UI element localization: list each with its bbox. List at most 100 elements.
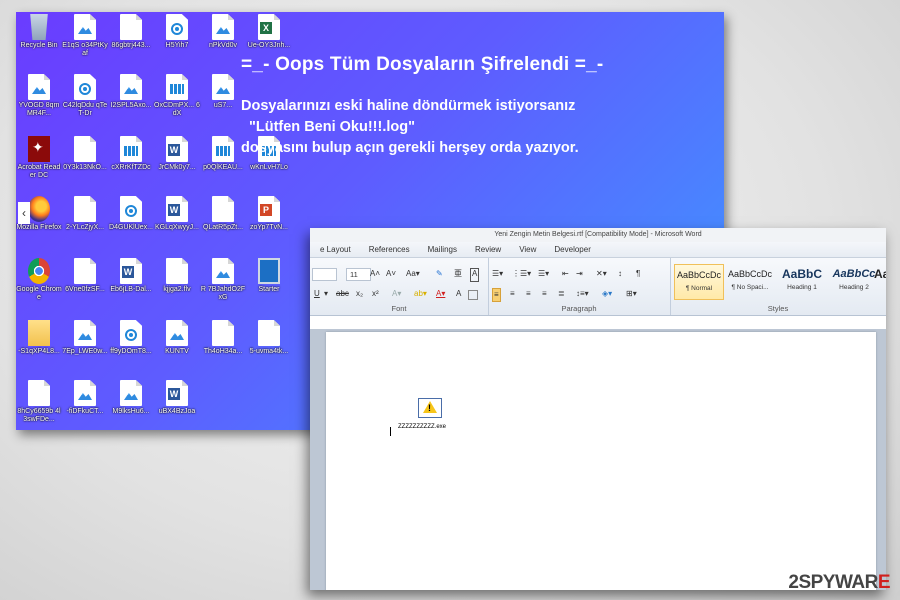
- desktop-icon[interactable]: p0QlKEAU...: [200, 136, 246, 198]
- char-shading-icon[interactable]: A: [456, 288, 461, 300]
- desktop-icon[interactable]: JrCMk0y7...: [154, 136, 200, 198]
- phonetic-icon[interactable]: 亜: [454, 268, 462, 280]
- desktop-icon[interactable]: kjjga2.flv: [154, 258, 200, 320]
- desktop-icon[interactable]: 86gbtrj443...: [108, 14, 154, 76]
- desktop-icon-label: Acrobat Reader DC: [17, 164, 61, 179]
- desktop-icon[interactable]: QLatR5pZt...: [200, 196, 246, 258]
- desktop-icon-label: Google Chrome: [16, 286, 62, 301]
- desktop-icon[interactable]: zoYp7TvN...: [246, 196, 292, 258]
- clear-format-icon[interactable]: ✎: [436, 268, 443, 280]
- grow-font-icon[interactable]: A˄: [370, 268, 380, 280]
- desktop-icon-label: kjjga2.flv: [163, 286, 191, 293]
- desktop-icon-label: JrCMk0y7...: [158, 164, 196, 171]
- desktop-icon[interactable]: KUNTV: [154, 320, 200, 382]
- img-icon: [212, 74, 234, 100]
- line-spacing-icon[interactable]: ↕≡▾: [576, 288, 589, 300]
- change-case-icon[interactable]: Aa▾: [406, 268, 420, 280]
- desktop-icon[interactable]: Eb6jLB-Dal...: [108, 258, 154, 320]
- align-right-icon[interactable]: ≡: [526, 288, 531, 300]
- style-heading-1[interactable]: AaBbC Heading 1: [778, 264, 826, 298]
- ribbon-tabs: e Layout References Mailings Review View…: [310, 242, 886, 258]
- desktop-icon[interactable]: R 7BJahdO2FxG: [200, 258, 246, 320]
- desktop-icon-label: p0QlKEAU...: [203, 164, 243, 171]
- font-group-label: Font: [391, 304, 407, 313]
- desktop-icon-label: OxCDmPX... 6dX: [154, 102, 200, 117]
- font-name-dropdown[interactable]: [312, 268, 337, 281]
- desktop-icon[interactable]: KGLqXwyyJ...: [154, 196, 200, 258]
- desktop-icon[interactable]: H5Yih7: [154, 14, 200, 76]
- char-border-icon[interactable]: A: [470, 268, 480, 282]
- subscript-icon[interactable]: x₂: [356, 288, 363, 300]
- highlight-icon[interactable]: ab▾: [414, 288, 427, 300]
- desktop-icon[interactable]: I2SPL5Axo...: [108, 74, 154, 136]
- desktop-icon[interactable]: -fiDFkuCT...: [62, 380, 108, 430]
- desktop-icon[interactable]: 7Ep_LWE0w...: [62, 320, 108, 382]
- show-formatting-icon[interactable]: ¶: [636, 268, 640, 280]
- font-size-dropdown[interactable]: 11: [346, 268, 371, 281]
- tab-references[interactable]: References: [369, 245, 410, 254]
- doc-icon: [212, 196, 234, 222]
- desktop-icon[interactable]: -S1qXP4L8...: [16, 320, 62, 382]
- desktop-icon[interactable]: C42lqDdu qTeT-Dr: [62, 74, 108, 136]
- tab-view[interactable]: View: [519, 245, 536, 254]
- desktop-icon-label: Eb6jLB-Dal...: [110, 286, 152, 293]
- style-more[interactable]: Aa: [874, 264, 886, 298]
- style-normal[interactable]: AaBbCcDc ¶ Normal: [674, 264, 724, 300]
- desktop-icon[interactable]: Recycle Bin: [16, 14, 62, 76]
- align-left-icon[interactable]: ≡: [492, 288, 501, 302]
- desktop-icon[interactable]: Acrobat Reader DC: [16, 136, 62, 198]
- desktop-icon[interactable]: 8hCy6659b 4l3swFDe...: [16, 380, 62, 430]
- decrease-indent-icon[interactable]: ⇤: [562, 268, 569, 280]
- desktop-icon[interactable]: 5-uvma4tk...: [246, 320, 292, 382]
- justify-icon[interactable]: ≡: [542, 288, 547, 300]
- underline-dropdown-icon[interactable]: ▾: [324, 288, 328, 300]
- desktop-icon[interactable]: cXRrKfTZDc: [108, 136, 154, 198]
- multilevel-list-icon[interactable]: ☰▾: [538, 268, 549, 280]
- desktop-icon[interactable]: uS7...: [200, 74, 246, 136]
- numbering-icon[interactable]: ⋮☰▾: [512, 268, 531, 280]
- desktop-icon[interactable]: M9lksHu6...: [108, 380, 154, 430]
- desktop-icon[interactable]: 6Vne0fzSF...: [62, 258, 108, 320]
- desktop-icon[interactable]: D4GUKlUex...: [108, 196, 154, 258]
- underline-icon[interactable]: U: [314, 288, 320, 300]
- desktop-icon[interactable]: nPkVd0v: [200, 14, 246, 76]
- desktop-icon[interactable]: E1qS o34PtKyaf: [62, 14, 108, 76]
- attachment-name[interactable]: ZZZZZZZZZZ.exe: [398, 424, 446, 430]
- superscript-icon[interactable]: x²: [372, 288, 379, 300]
- desktop-icon[interactable]: Google Chrome: [16, 258, 62, 320]
- desktop-icon[interactable]: Starter: [246, 258, 292, 320]
- shading-icon[interactable]: ◈▾: [602, 288, 612, 300]
- style-no-spacing-preview: AaBbCcDc: [727, 269, 772, 279]
- font-color-icon[interactable]: A▾: [436, 288, 445, 300]
- text-effects-icon[interactable]: A▾: [392, 288, 401, 300]
- desktop-icon-label: 5-uvma4tk...: [249, 348, 289, 355]
- tab-page-layout[interactable]: e Layout: [320, 245, 351, 254]
- bullets-icon[interactable]: ☰▾: [492, 268, 503, 280]
- sort-icon[interactable]: ↕: [618, 268, 622, 280]
- increase-indent-icon[interactable]: ⇥: [576, 268, 583, 280]
- distributed-icon[interactable]: ≣: [558, 288, 565, 300]
- shrink-font-icon[interactable]: A˅: [386, 268, 396, 280]
- desktop-icon[interactable]: 0Y3k13NkO...: [62, 136, 108, 198]
- desktop-icon[interactable]: uBX4BzJoa: [154, 380, 200, 430]
- tab-mailings[interactable]: Mailings: [428, 245, 457, 254]
- tab-review[interactable]: Review: [475, 245, 501, 254]
- desktop-icon[interactable]: OxCDmPX... 6dX: [154, 74, 200, 136]
- style-heading-2[interactable]: AaBbCc Heading 2: [830, 264, 878, 298]
- document-page[interactable]: ZZZZZZZZZZ.exe: [326, 332, 876, 590]
- desktop-icon[interactable]: Th4oH34a...: [200, 320, 246, 382]
- borders-icon[interactable]: ⊞▾: [626, 288, 637, 300]
- media-icon: [74, 74, 96, 100]
- desktop-icon[interactable]: 2-YLcZjyX...: [62, 196, 108, 258]
- warning-icon[interactable]: [418, 398, 442, 418]
- strikethrough-icon[interactable]: abc: [336, 288, 349, 300]
- desktop-icon[interactable]: ff9yDOmT8...: [108, 320, 154, 382]
- scroll-left-icon[interactable]: ‹: [18, 202, 30, 224]
- style-no-spacing[interactable]: AaBbCcDc ¶ No Spaci...: [726, 264, 774, 298]
- enclose-char-icon[interactable]: [468, 290, 478, 300]
- tab-developer[interactable]: Developer: [554, 245, 590, 254]
- word-title-bar: Yeni Zengin Metin Belgesi.rtf [Compatibi…: [310, 228, 886, 242]
- align-center-icon[interactable]: ≡: [510, 288, 515, 300]
- desktop-icon[interactable]: YVOGD 8qmMR4F...: [16, 74, 62, 136]
- chinese-layout-icon[interactable]: ✕▾: [596, 268, 607, 280]
